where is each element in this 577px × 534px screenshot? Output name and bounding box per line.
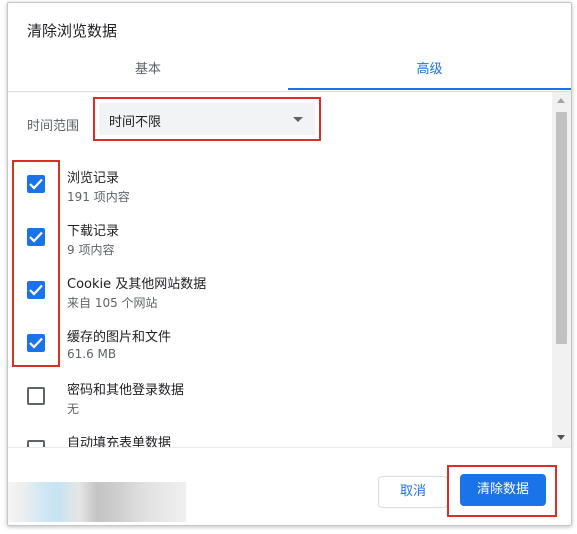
tab-advanced[interactable]: 高级 (288, 55, 571, 91)
item-title: 浏览记录 (67, 171, 120, 186)
item-title: 缓存的图片和文件 (67, 330, 172, 345)
checkmark-icon (29, 337, 43, 349)
list-item-passwords: 密码和其他登录数据 无 (8, 372, 548, 424)
cancel-button[interactable]: 取消 (378, 476, 448, 508)
active-tab-indicator (288, 88, 571, 90)
clear-data-button[interactable]: 清除数据 (460, 474, 546, 506)
list-item-autofill: 自动填充表单数据 (8, 425, 548, 447)
item-subtitle: 9 项内容 (67, 243, 115, 257)
scrollbar-thumb[interactable] (556, 112, 567, 344)
list-item-cached-files: 缓存的图片和文件 61.6 MB (8, 319, 548, 371)
dialog-title: 清除浏览数据 (27, 22, 118, 40)
tab-basic[interactable]: 基本 (8, 55, 288, 91)
dialog-footer: 取消 清除数据 (8, 447, 571, 525)
clear-button-highlight: 清除数据 (447, 465, 557, 517)
scroll-down-icon[interactable] (557, 435, 565, 440)
settings-content: 时间范围 时间不限 浏览记录 191 项内容 下载记录 9 项内容 Cookie… (8, 92, 571, 447)
item-subtitle: 来自 105 个网站 (67, 296, 158, 310)
item-title: Cookie 及其他网站数据 (67, 277, 207, 292)
time-range-select[interactable]: 时间不限 (99, 103, 315, 135)
tab-bar: 基本 高级 (8, 55, 571, 92)
scrollbar[interactable] (552, 92, 571, 447)
scroll-up-icon[interactable] (557, 98, 565, 103)
passwords-checkbox[interactable] (27, 387, 45, 405)
checkmark-icon (29, 284, 43, 296)
item-subtitle: 61.6 MB (67, 347, 117, 361)
checkmark-icon (29, 178, 43, 190)
list-item-browsing-history: 浏览记录 191 项内容 (8, 160, 548, 212)
item-subtitle: 无 (67, 402, 80, 416)
dropdown-caret-icon (293, 117, 303, 122)
time-range-value: 时间不限 (109, 115, 162, 130)
time-range-highlight: 时间不限 (93, 97, 321, 141)
download-history-checkbox[interactable] (27, 228, 45, 246)
cached-files-checkbox[interactable] (27, 334, 45, 352)
cookies-checkbox[interactable] (27, 281, 45, 299)
item-title: 下载记录 (67, 224, 120, 239)
checkmark-icon (29, 231, 43, 243)
browsing-history-checkbox[interactable] (27, 175, 45, 193)
item-title: 自动填充表单数据 (67, 436, 172, 447)
clear-browsing-data-dialog: 清除浏览数据 基本 高级 时间范围 时间不限 浏览记录 191 项内容 下载记录 (7, 2, 572, 526)
time-range-label: 时间范围 (27, 119, 80, 134)
item-title: 密码和其他登录数据 (67, 383, 185, 398)
item-subtitle: 191 项内容 (67, 190, 130, 204)
list-item-cookies: Cookie 及其他网站数据 来自 105 个网站 (8, 266, 548, 318)
blurred-region (8, 482, 186, 522)
list-item-download-history: 下载记录 9 项内容 (8, 213, 548, 265)
autofill-checkbox[interactable] (27, 440, 45, 447)
